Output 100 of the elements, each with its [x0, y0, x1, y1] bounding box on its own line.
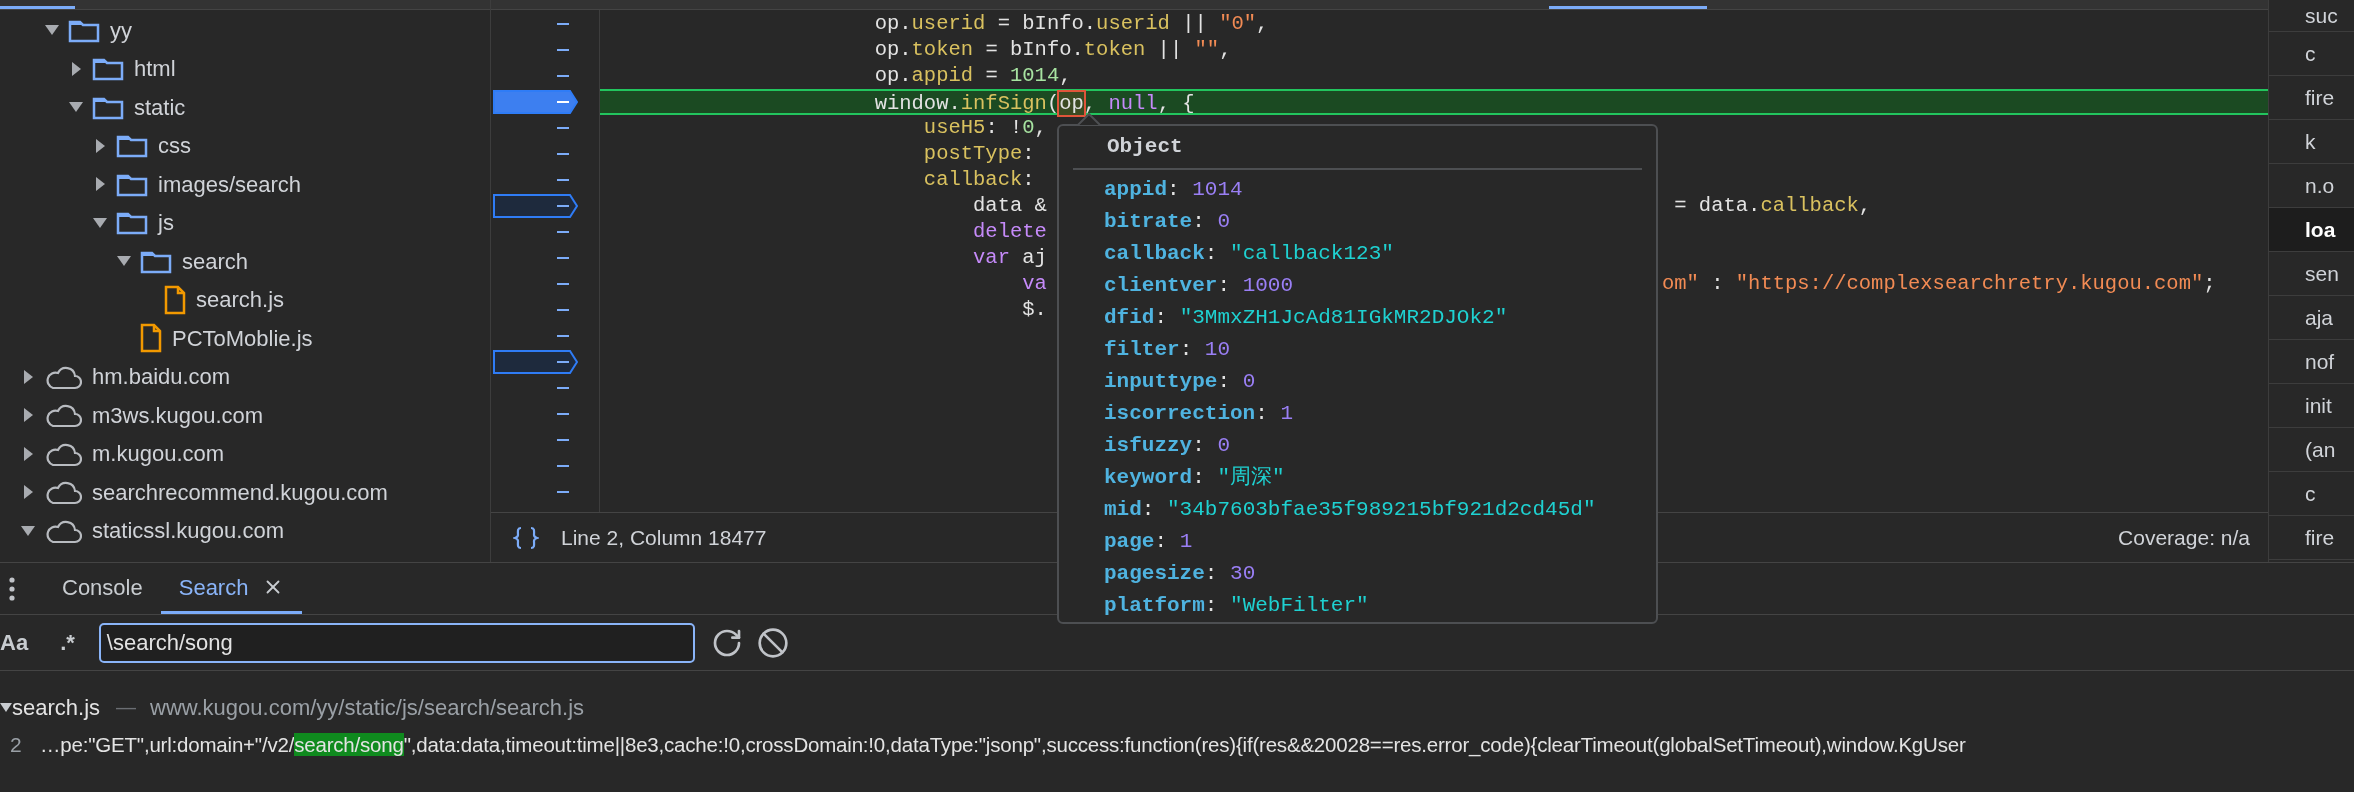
file-icon — [164, 284, 186, 315]
folder-icon — [116, 210, 148, 236]
object-property: filter: 10 — [1104, 337, 1232, 364]
tree-item[interactable]: css — [0, 126, 490, 165]
code-token: = bInfo. — [996, 12, 1097, 35]
search-field[interactable]: \search/song — [98, 622, 695, 663]
breakpoint-marker[interactable] — [493, 350, 579, 374]
call-frame[interactable]: loa — [2269, 208, 2354, 252]
tree-item[interactable]: hm.baidu.com — [0, 357, 490, 396]
call-frame[interactable]: init — [2269, 384, 2354, 428]
object-property: inputtype: 0 — [1104, 369, 1257, 396]
tree-item[interactable]: m.kugou.com — [0, 434, 490, 473]
code-token: token — [1083, 38, 1146, 61]
code-token: va — [1021, 272, 1047, 295]
code-token: $. — [1021, 298, 1047, 321]
match-case-toggle[interactable]: Aa — [0, 626, 29, 659]
tree-item[interactable]: searchrecommend.kugou.com — [0, 473, 490, 512]
collapse-arrow-icon[interactable] — [22, 407, 34, 424]
clear-icon[interactable] — [756, 626, 789, 659]
code-token: 0 — [1022, 116, 1035, 139]
code-token: "https://complexsearchretry.kugou.com" — [1735, 272, 2204, 295]
expand-arrow-icon[interactable] — [68, 101, 84, 114]
code-token: op — [1059, 92, 1084, 115]
code-token: op. — [873, 38, 912, 61]
code-token: || — [1156, 38, 1184, 61]
object-property: isfuzzy: 0 — [1104, 433, 1232, 460]
expand-arrow-icon[interactable] — [0, 701, 12, 713]
tree-item[interactable]: yy — [0, 11, 490, 50]
tree-item[interactable]: m3ws.kugou.com — [0, 396, 490, 435]
expand-arrow-icon[interactable] — [92, 216, 108, 229]
result-file-name[interactable]: search.js — [12, 690, 101, 724]
call-frame[interactable]: fire — [2269, 76, 2354, 120]
collapse-arrow-icon[interactable] — [70, 60, 82, 77]
code-token: ; — [2203, 272, 2216, 295]
tree-item[interactable]: search.js — [0, 280, 490, 319]
expand-arrow-icon[interactable] — [44, 24, 60, 37]
code-token: ( — [1046, 92, 1060, 115]
code-token: callback — [1760, 194, 1859, 217]
coverage-label: Coverage: n/a — [2118, 524, 2250, 551]
call-frame[interactable]: sen — [2269, 252, 2354, 296]
collapse-arrow-icon[interactable] — [94, 137, 106, 154]
tree-item[interactable]: staticssl.kugou.com — [0, 511, 490, 550]
tree-item-label: html — [134, 55, 176, 84]
result-line-number: 2 — [9, 732, 23, 759]
breakpoint-marker[interactable] — [493, 194, 579, 218]
regex-toggle[interactable]: .* — [60, 626, 75, 659]
tree-item[interactable]: static — [0, 88, 490, 127]
call-frame[interactable]: suc — [2269, 0, 2354, 32]
call-frame[interactable]: fire — [2269, 516, 2354, 560]
collapse-arrow-icon[interactable] — [94, 176, 106, 193]
tree-item[interactable]: search — [0, 242, 490, 281]
result-separator: — — [116, 695, 137, 720]
code-token: window. — [873, 92, 961, 115]
expand-arrow-icon[interactable] — [116, 255, 132, 268]
collapse-arrow-icon[interactable] — [22, 445, 34, 462]
more-options-icon[interactable] — [8, 575, 16, 602]
tree-item[interactable]: PCToMoblie.js — [0, 319, 490, 358]
collapse-arrow-icon[interactable] — [22, 368, 34, 385]
object-property: clientver: 1000 — [1104, 273, 1295, 300]
tree-item-label: m3ws.kugou.com — [92, 401, 264, 430]
object-property: dfid: "3MmxZH1JcAd81IGkMR2DJOk2" — [1104, 305, 1509, 332]
call-frame[interactable]: k — [2269, 120, 2354, 164]
code-token: useH5 — [922, 116, 986, 139]
pretty-print-icon[interactable] — [513, 525, 539, 550]
drawer-tab[interactable]: Search — [160, 563, 303, 614]
code-token: "" — [1194, 38, 1220, 61]
file-icon — [140, 323, 162, 354]
folder-icon — [116, 133, 148, 159]
popover-title: Object — [1107, 133, 1183, 160]
code-token: = bInfo. — [984, 38, 1084, 61]
tree-item[interactable]: images/search — [0, 165, 490, 204]
tree-item-label: search.js — [196, 286, 285, 315]
code-token: 1014 — [1010, 64, 1060, 87]
tree-item-label: js — [158, 209, 174, 238]
code-token: , — [1256, 12, 1269, 35]
tree-item[interactable]: html — [0, 49, 490, 88]
drawer-tab[interactable]: Console — [44, 563, 161, 614]
cursor-position: Line 2, Column 18477 — [561, 524, 767, 551]
call-frame[interactable]: c — [2269, 32, 2354, 76]
tree-item-label: css — [158, 132, 191, 161]
code-token: userid — [911, 12, 986, 35]
tree-item[interactable]: js — [0, 203, 490, 242]
code-token: token — [911, 38, 974, 61]
code-token: = data. — [1673, 194, 1761, 217]
search-result-line[interactable]: …pe:"GET",url:domain+"/v2/search/song",data:data,timeout:time||8e3,cache:!0,crossDomain:!0,dataType:"jsonp",success:function(res){if(res&&20028==res.error_code){clearTimeout(globalSetTimeout),window.KgUser — [40, 729, 1966, 761]
code-token: "0" — [1219, 12, 1257, 35]
call-frame[interactable]: (an — [2269, 428, 2354, 472]
call-frame[interactable]: nof — [2269, 340, 2354, 384]
call-frame[interactable]: aja — [2269, 296, 2354, 340]
breakpoint-marker[interactable] — [493, 90, 579, 114]
collapse-arrow-icon[interactable] — [22, 484, 34, 501]
tree-item-label: static — [134, 93, 186, 122]
code-token: = — [984, 64, 999, 87]
code-token: om" — [1661, 272, 1699, 295]
expand-arrow-icon[interactable] — [20, 524, 36, 537]
object-property: mid: "34b7603bfae35f989215bf921d2cd45d" — [1104, 497, 1597, 524]
call-frame[interactable]: c — [2269, 472, 2354, 516]
folder-icon — [92, 56, 124, 82]
code-token: : — [1022, 142, 1035, 165]
object-property: iscorrection: 1 — [1104, 401, 1295, 428]
